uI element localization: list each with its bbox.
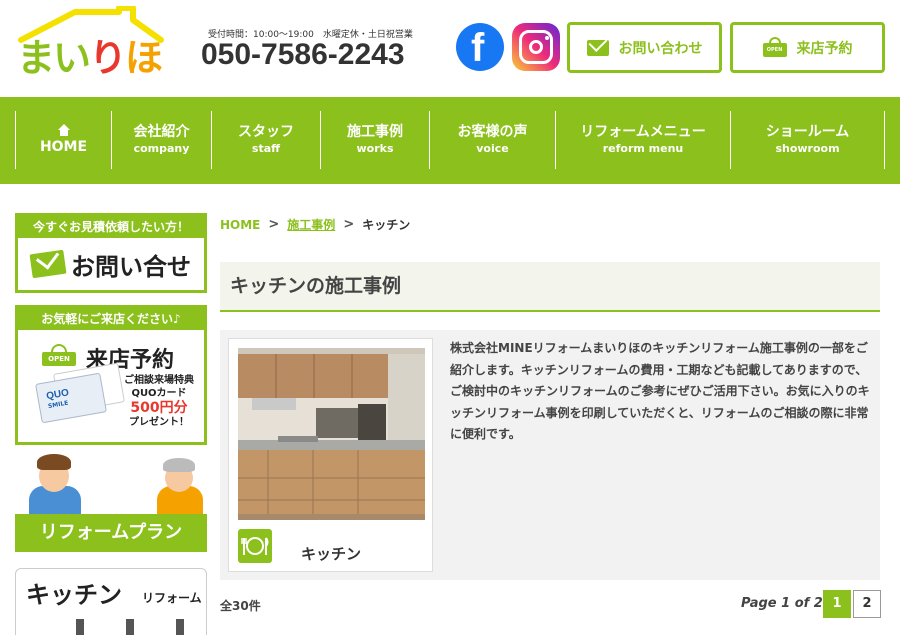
sidebar-contact-banner[interactable]: 今すぐお見積依頼したい方！ お問い合せ [15, 213, 207, 293]
breadcrumb-separator: > [268, 217, 280, 232]
lamp-icon [76, 619, 84, 635]
mail-icon [586, 39, 609, 56]
total-count: 全30件 [220, 599, 261, 613]
breadcrumb-works[interactable]: 施工事例 [287, 216, 335, 233]
page-title: キッチンの施工事例 [220, 262, 880, 312]
mail-icon [29, 249, 67, 279]
nav-item-sub: voice [476, 142, 509, 155]
breadcrumb-home[interactable]: HOME [220, 218, 260, 232]
lamp-icon [176, 619, 184, 635]
reserve-button[interactable]: OPEN 来店予約 [730, 22, 885, 73]
breadcrumb-separator: > [343, 217, 355, 232]
woman-illustration [155, 456, 205, 514]
quo-offer: ご相談来場特典 QUOカード 500円分 プレゼント！ [116, 374, 202, 429]
quo-line1: ご相談来場特典 [124, 375, 194, 386]
nav-item-sub: company [133, 142, 190, 155]
reserve-button-label: 来店予約 [796, 40, 853, 57]
sidebar-reserve-banner[interactable]: お気軽にご来店ください♪ OPEN 来店予約 QUO SMILE ご相談来場特典… [15, 305, 207, 445]
nav-item-works[interactable]: 施工事例 works [320, 111, 429, 169]
nav-item-label: リフォームメニュー [580, 124, 706, 140]
kitchen-banner-sub: リフォーム [142, 591, 202, 605]
nav-item-label: スタッフ [238, 124, 294, 140]
site-header: まいりほ 受付時間：10:00〜19:00 水曜定休・土日祝営業 050-758… [0, 0, 900, 97]
man-illustration [25, 452, 85, 514]
breadcrumb: HOME > 施工事例 > キッチン [220, 216, 410, 233]
lamp-icon [126, 619, 134, 635]
page-info: Page 1 of 2 [741, 596, 823, 611]
nav-item-sub: showroom [775, 142, 840, 155]
contact-button[interactable]: お問い合わせ [567, 22, 722, 73]
nav-item-showroom[interactable]: ショールーム showroom [730, 111, 885, 169]
nav-item-sub: reform menu [602, 142, 684, 155]
page-button-2[interactable]: 2 [853, 590, 881, 618]
quo-price: 500円分 [130, 400, 188, 416]
nav-item-label: HOME [39, 139, 88, 155]
contact-button-label: お問い合わせ [618, 40, 703, 57]
open-sign-icon: OPEN [42, 352, 76, 366]
quo-card-image: QUO SMILE [35, 372, 107, 424]
nav-item-voice[interactable]: お客様の声 voice [429, 111, 555, 169]
sidebar-kitchen-banner[interactable]: キッチン リフォーム [15, 568, 207, 635]
sidebar-reform-plan-banner[interactable]: リフォームプラン [15, 452, 207, 552]
quo-line2: QUOカード [131, 388, 187, 399]
open-sign-icon: OPEN [762, 36, 787, 59]
home-icon [57, 124, 70, 136]
site-logo[interactable]: まいりほ [15, 6, 170, 86]
quo-line3: プレゼント！ [129, 417, 189, 428]
breadcrumb-current: キッチン [362, 218, 411, 232]
kitchen-banner-title: キッチン [26, 581, 122, 609]
page-button-1[interactable]: 1 [823, 590, 851, 618]
phone-number[interactable]: 050-7586-2243 [201, 38, 405, 72]
category-description: 株式会社MINEリフォームまいりほのキッチンリフォーム施工事例の一部をご紹介しま… [450, 341, 870, 441]
nav-item-staff[interactable]: スタッフ staff [211, 111, 320, 169]
nav-item-sub: works [356, 142, 394, 155]
nav-item-company[interactable]: 会社紹介 company [111, 111, 211, 169]
nav-item-label: 会社紹介 [133, 124, 190, 140]
logo-text: まいりほ [17, 36, 163, 80]
category-card-label: キッチン [301, 545, 362, 563]
reform-plan-label: リフォームプラン [15, 514, 207, 552]
category-card-kitchen[interactable]: キッチン [228, 338, 433, 572]
nav-item-sub: staff [251, 142, 281, 155]
instagram-icon[interactable] [512, 23, 560, 71]
kitchen-photo [238, 348, 425, 520]
nav-item-label: 施工事例 [347, 124, 403, 140]
nav-item-label: ショールーム [765, 124, 850, 140]
contact-banner-text: お問い合せ [71, 251, 191, 281]
facebook-icon[interactable]: f [456, 23, 504, 71]
nav-item-home[interactable]: HOME [15, 111, 111, 169]
restaurant-icon [238, 529, 272, 563]
nav-item-label: お客様の声 [457, 124, 528, 140]
reserve-band: お気軽にご来店ください♪ [18, 308, 204, 330]
nav-item-reform-menu[interactable]: リフォームメニュー reform menu [555, 111, 730, 169]
contact-band: 今すぐお見積依頼したい方！ [18, 216, 204, 238]
global-nav: HOME 会社紹介 company スタッフ staff 施工事例 works … [0, 97, 900, 184]
